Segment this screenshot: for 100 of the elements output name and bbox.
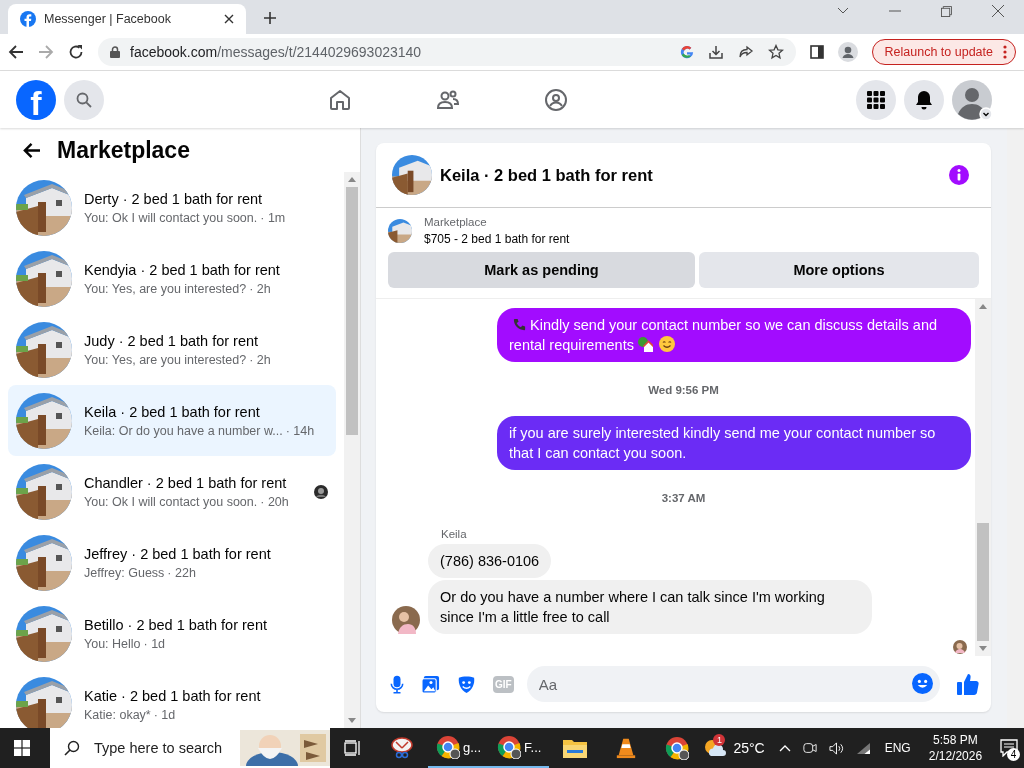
- browser-tab[interactable]: Messenger | Facebook: [8, 4, 246, 34]
- sticker-icon[interactable]: [457, 674, 476, 694]
- conversation-item[interactable]: Keila · 2 bed 1 bath for rent Keila: Or do you have a number w... · 14h: [8, 385, 336, 456]
- listing-button[interactable]: More options: [698, 252, 979, 288]
- tab-title: Messenger | Facebook: [44, 12, 172, 26]
- conversation-title: Judy · 2 bed 1 bath for rent: [84, 332, 260, 349]
- message-time: · 1d: [143, 636, 166, 651]
- message-preview: Keila: Or do you have a number w...: [84, 423, 283, 438]
- new-tab-icon[interactable]: [264, 12, 276, 24]
- message-time: · 1d: [153, 707, 176, 722]
- scrollbar[interactable]: [1007, 128, 1024, 728]
- conversation-title: Kendyia · 2 bed 1 bath for rent: [84, 261, 281, 278]
- notification-center-button[interactable]: 4: [1000, 735, 1019, 761]
- close-icon[interactable]: [992, 5, 1004, 17]
- conversation-item[interactable]: Judy · 2 bed 1 bath for rent You: Yes, are you interested? · 2h: [8, 314, 336, 385]
- message-time: · 22h: [167, 565, 196, 580]
- conversation-title: Betillo · 2 bed 1 bath for rent: [84, 616, 268, 633]
- message-preview: You: Ok I will contact you soon.: [84, 494, 258, 509]
- back-arrow-icon[interactable]: [22, 141, 41, 159]
- sent-message: Kindly send your contact number so we can discuss details and rental requirements: [497, 308, 971, 362]
- avatar-icon: [952, 79, 992, 120]
- message-field[interactable]: Aa: [526, 666, 940, 702]
- sent-message: if you are surely interested kindly send me your contact number so that I can contact you soon.: [497, 416, 971, 470]
- address-field[interactable]: facebook.com/messages/t/2144029693023140: [98, 38, 796, 66]
- volume-icon[interactable]: [828, 740, 844, 756]
- thumbs-up-icon[interactable]: [957, 673, 979, 695]
- conversation-title: Katie · 2 bed 1 bath for rent: [84, 687, 262, 704]
- taskbar-app[interactable]: g...: [428, 728, 490, 768]
- task-view-icon[interactable]: [344, 740, 362, 756]
- message-preview: You: Yes, are you interested?: [84, 352, 247, 367]
- conversation-item[interactable]: Chandler · 2 bed 1 bath for rent You: Ok I will contact you soon. · 20h: [8, 456, 336, 527]
- traffic-cone-icon[interactable]: [615, 737, 638, 759]
- notification-badge: 1: [713, 734, 726, 746]
- facebook-logo[interactable]: f: [16, 79, 56, 120]
- camera-icon[interactable]: [802, 741, 817, 755]
- more-icon: [1003, 45, 1007, 59]
- timestamp: Wed 9:56 PM: [648, 384, 719, 396]
- taskbar-search-bar[interactable]: Type here to search: [50, 728, 330, 768]
- back-arrow-icon[interactable]: [8, 44, 24, 60]
- microphone-icon[interactable]: [390, 674, 404, 694]
- clock[interactable]: 5:58 PM 2/12/2026: [928, 733, 983, 763]
- share-icon[interactable]: [737, 44, 754, 60]
- chevron-up-icon[interactable]: [778, 744, 791, 752]
- chrome-icon: [497, 735, 522, 759]
- url-text: facebook.com/messages/t/2144029693023140: [130, 44, 422, 60]
- conversation-title: Keila · 2 bed 1 bath for rent: [84, 403, 261, 420]
- listing-button[interactable]: Mark as pending: [388, 252, 695, 288]
- image-icon[interactable]: [421, 674, 440, 694]
- star-icon[interactable]: [767, 44, 784, 60]
- notifications-button[interactable]: [904, 79, 944, 120]
- tab-search-icon[interactable]: [837, 7, 849, 15]
- received-message: (786) 836-0106: [428, 544, 552, 578]
- speech-bubble-icon: [1000, 739, 1019, 757]
- menu-button[interactable]: [856, 79, 896, 120]
- listing-summary[interactable]: $705 - 2 bed 1 bath for rent: [424, 232, 570, 246]
- conversation-item[interactable]: Betillo · 2 bed 1 bath for rent You: Hello · 1d: [8, 598, 336, 669]
- emoji-icon[interactable]: [912, 673, 933, 694]
- chrome-icon[interactable]: [665, 736, 690, 760]
- message-time: · 14h: [285, 423, 315, 438]
- facebook-logo-icon: [20, 11, 36, 27]
- folder-icon[interactable]: [563, 738, 588, 758]
- info-icon[interactable]: [949, 165, 969, 185]
- chat-title: Keila · 2 bed 1 bath for rent: [440, 165, 653, 185]
- relaunch-button[interactable]: Relaunch to update: [871, 39, 1016, 65]
- scrollbar[interactable]: [344, 172, 360, 728]
- sender-name: Keila: [441, 528, 467, 540]
- grid-icon: [867, 90, 885, 109]
- message-preview: You: Yes, are you interested?: [84, 281, 247, 296]
- conversation-item[interactable]: Jeffrey · 2 bed 1 bath for rent Jeffrey: Guess · 22h: [8, 527, 336, 598]
- wifi-icon[interactable]: [855, 741, 871, 755]
- timestamp: 3:37 AM: [661, 492, 706, 504]
- listing-source: Marketplace: [424, 216, 488, 228]
- google-icon[interactable]: [679, 45, 694, 59]
- bell-icon: [914, 89, 934, 110]
- conversation-item[interactable]: Kendyia · 2 bed 1 bath for rent You: Yes, are you interested? · 2h: [8, 243, 336, 314]
- restore-icon[interactable]: [941, 5, 952, 17]
- conversation-item[interactable]: Katie · 2 bed 1 bath for rent Katie: okay* · 1d: [8, 669, 336, 728]
- side-panel-icon[interactable]: [809, 45, 824, 59]
- close-tab-icon[interactable]: [224, 14, 234, 24]
- message-time: · 2h: [249, 352, 271, 367]
- account-button[interactable]: [952, 79, 992, 120]
- home-icon[interactable]: [328, 87, 352, 112]
- groups-icon[interactable]: [544, 87, 568, 112]
- language-indicator[interactable]: ENG: [884, 741, 911, 755]
- message-preview: You: Ok I will contact you soon.: [84, 210, 258, 225]
- message-preview: Katie: okay*: [84, 707, 151, 722]
- message-preview: Jeffrey: Guess: [84, 565, 165, 580]
- smiley-icon: [658, 336, 675, 352]
- windows-start-icon[interactable]: [14, 740, 30, 756]
- conversation-item[interactable]: Derty · 2 bed 1 bath for rent You: Ok I will contact you soon. · 1m: [8, 172, 336, 243]
- reload-icon[interactable]: [68, 44, 84, 60]
- search-button[interactable]: [64, 79, 104, 120]
- search-icon: [64, 740, 80, 756]
- download-icon[interactable]: [707, 44, 724, 60]
- snipping-tool-icon[interactable]: [390, 736, 414, 760]
- scrollbar[interactable]: [975, 299, 991, 656]
- taskbar-app[interactable]: F...: [489, 728, 550, 768]
- phone-icon: [512, 317, 527, 332]
- profile-icon[interactable]: [837, 42, 858, 62]
- conversation-title: Chandler · 2 bed 1 bath for rent: [84, 474, 288, 491]
